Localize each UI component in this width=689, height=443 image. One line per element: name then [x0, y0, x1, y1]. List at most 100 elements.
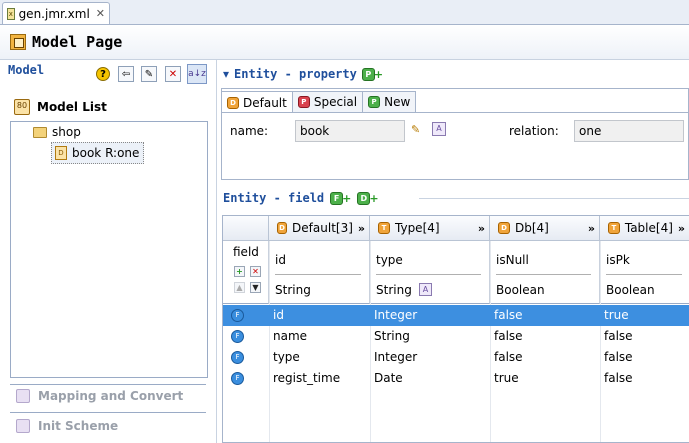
add-default-field-button[interactable]: D + — [357, 191, 379, 205]
text-style-icon[interactable]: A — [432, 122, 446, 136]
edit-icon[interactable]: ✎ — [141, 66, 157, 82]
tab-label: New — [384, 95, 411, 109]
field-grid[interactable]: field + ✕ ▲ ▼ D Default[3] » T Type[4] »… — [222, 215, 689, 443]
model-panel: Model ? ⇦ ✎ ✕ a↓z 80 Model List shop D b… — [8, 62, 208, 443]
table-cell[interactable]: type — [273, 350, 300, 364]
column-descriptor-db[interactable]: isNull Boolean — [490, 241, 600, 304]
table-cell[interactable]: id — [273, 308, 284, 322]
help-icon[interactable]: ? — [96, 67, 110, 81]
text-style-icon[interactable]: A — [419, 283, 432, 296]
property-tabs: D Default P Special P New — [221, 91, 417, 113]
sort-az-icon[interactable]: a↓z — [187, 64, 207, 84]
column-header-label: Default[3] — [292, 221, 353, 235]
column-type: Boolean — [496, 283, 545, 297]
column-header-type[interactable]: T Type[4] » — [370, 216, 490, 241]
table-cell[interactable]: false — [494, 350, 523, 364]
tab-label: Special — [313, 95, 358, 109]
column-name-underline — [275, 274, 361, 275]
table-row[interactable]: F type Integer false false — [223, 347, 689, 368]
special-tab-icon: P — [297, 96, 310, 108]
page-title: Model Page — [32, 33, 123, 51]
expand-chevron-icon[interactable]: » — [678, 222, 685, 235]
entity-icon: D — [55, 146, 67, 160]
panel-splitter[interactable] — [216, 60, 217, 443]
column-descriptor-type[interactable]: type String A — [370, 241, 490, 304]
table-cell[interactable]: false — [494, 308, 523, 322]
table-cell[interactable]: Integer — [374, 350, 417, 364]
import-icon[interactable]: ⇦ — [118, 66, 134, 82]
table-cell[interactable]: true — [604, 308, 629, 322]
table-cell[interactable]: String — [374, 329, 410, 343]
section-init-scheme[interactable]: Init Scheme — [16, 419, 118, 433]
divider — [10, 384, 206, 385]
section-mapping-and-convert[interactable]: Mapping and Convert — [16, 389, 183, 403]
column-descriptor-default[interactable]: id String — [269, 241, 370, 304]
collapse-triangle-icon[interactable]: ▾ — [223, 67, 229, 81]
column-header-db[interactable]: D Db[4] » — [490, 216, 600, 241]
editor-tab[interactable]: x gen.jmr.xml ✕ — [2, 2, 110, 24]
model-list-header[interactable]: 80 Model List — [8, 96, 208, 118]
table-row[interactable]: F regist_time Date true false — [223, 368, 689, 389]
page-header: Model Page — [0, 25, 689, 60]
column-descriptor-table[interactable]: isPk Boolean — [600, 241, 689, 304]
section-label: Init Scheme — [38, 419, 119, 433]
name-field[interactable]: book — [295, 120, 405, 142]
table-row[interactable]: F id Integer false true — [223, 305, 689, 326]
column-name-underline — [496, 274, 591, 275]
delete-icon[interactable]: ✕ — [165, 66, 181, 82]
expand-chevron-icon[interactable]: » — [358, 222, 365, 235]
column-name: id — [275, 253, 286, 267]
move-down-icon[interactable]: ▼ — [250, 282, 261, 293]
entity-property-title: Entity - property — [234, 67, 357, 81]
tree-node-label: book R:one — [72, 146, 140, 160]
model-tree[interactable]: shop D book R:one — [10, 121, 208, 378]
mapping-icon — [16, 389, 30, 403]
corner-label: field — [233, 245, 259, 259]
tab-special[interactable]: P Special — [291, 91, 364, 112]
field-icon: F — [231, 372, 244, 385]
table-cell[interactable]: false — [604, 329, 633, 343]
field-icon: F — [231, 330, 244, 343]
column-type: String — [275, 283, 311, 297]
move-up-icon[interactable]: ▲ — [234, 282, 245, 293]
expand-chevron-icon[interactable]: » — [588, 222, 595, 235]
new-tab-icon: P — [368, 96, 381, 108]
add-row-icon[interactable]: + — [234, 266, 245, 277]
pencil-icon[interactable]: ✎ — [411, 123, 420, 136]
expand-chevron-icon[interactable]: » — [478, 222, 485, 235]
table-cell[interactable]: false — [604, 371, 633, 385]
tree-node-shop[interactable]: shop — [33, 125, 81, 139]
table-row[interactable]: F name String false false — [223, 326, 689, 347]
tree-node-book[interactable]: D book R:one — [51, 142, 145, 164]
table-cell[interactable]: false — [604, 350, 633, 364]
table-cell[interactable]: Integer — [374, 308, 417, 322]
model-section-label: Model — [8, 63, 45, 77]
entity-field-title: Entity - field — [223, 191, 325, 205]
column-type: Boolean — [606, 283, 655, 297]
type-column-icon: T — [378, 222, 390, 234]
column-header-default[interactable]: D Default[3] » — [269, 216, 370, 241]
tab-default[interactable]: D Default — [221, 91, 293, 113]
column-name-underline — [606, 274, 682, 275]
column-name: isPk — [606, 253, 630, 267]
default-column-icon: D — [277, 222, 288, 234]
column-header-table[interactable]: T Table[4] » — [600, 216, 689, 241]
close-icon[interactable]: ✕ — [96, 7, 105, 20]
table-column-icon: T — [608, 222, 620, 234]
tab-new[interactable]: P New — [362, 91, 417, 112]
table-cell[interactable]: Date — [374, 371, 403, 385]
add-property-button[interactable]: P + — [361, 67, 383, 81]
table-cell[interactable]: name — [273, 329, 307, 343]
editor-tab-title: gen.jmr.xml — [18, 6, 90, 21]
grid-corner — [223, 216, 269, 241]
column-header-label: Type[4] — [395, 221, 440, 235]
remove-row-icon[interactable]: ✕ — [250, 266, 261, 277]
relation-label: relation: — [509, 124, 559, 138]
entity-property-header[interactable]: ▾ Entity - property P + — [223, 67, 383, 81]
add-field-button[interactable]: F + — [330, 191, 351, 205]
table-cell[interactable]: regist_time — [273, 371, 340, 385]
relation-field[interactable]: one — [574, 120, 684, 142]
table-cell[interactable]: false — [494, 329, 523, 343]
table-cell[interactable]: true — [494, 371, 519, 385]
default-tab-icon: D — [227, 96, 239, 109]
